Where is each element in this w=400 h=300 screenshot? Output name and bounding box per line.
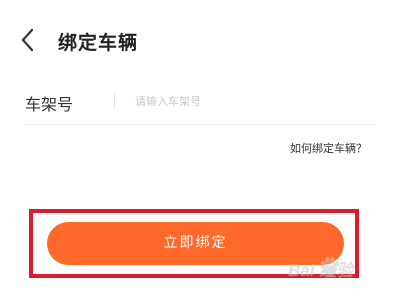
back-button[interactable] [14, 26, 42, 54]
how-to-bind-link[interactable]: 如何绑定车辆？ [290, 140, 367, 156]
vin-field-row: 车架号 [25, 80, 375, 125]
bind-vehicle-page: 绑定车辆 车架号 如何绑定车辆？ 立即绑定 Bai 经验 [0, 0, 400, 300]
watermark: Bai 经验 [288, 252, 393, 282]
vin-input[interactable] [135, 90, 365, 112]
chevron-left-icon [21, 28, 34, 52]
paw-icon [320, 257, 340, 276]
vin-label: 车架号 [25, 95, 74, 114]
page-title: 绑定车辆 [58, 32, 139, 54]
header: 绑定车辆 [0, 22, 400, 58]
field-divider [114, 93, 115, 109]
